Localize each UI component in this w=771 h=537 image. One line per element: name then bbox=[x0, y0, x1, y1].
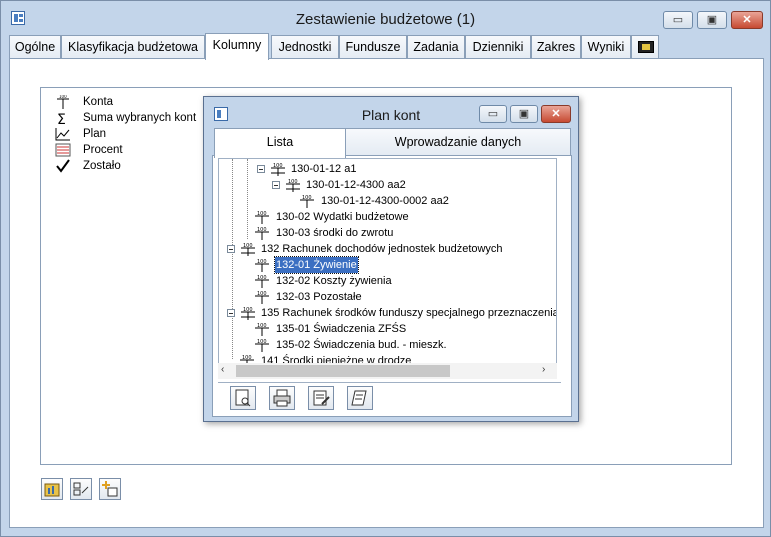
svg-text:100: 100 bbox=[257, 291, 267, 297]
account-icon: 100 bbox=[57, 95, 69, 109]
columns-toolbar-button-2[interactable] bbox=[70, 478, 92, 500]
svg-text:100: 100 bbox=[257, 259, 267, 265]
account-group-icon: 100 bbox=[241, 307, 255, 320]
dialog-maximize-button[interactable]: ▣ bbox=[510, 105, 538, 123]
tab-wyniki[interactable]: Wyniki bbox=[581, 35, 631, 59]
tree-horizontal-scrollbar[interactable]: ‹ › bbox=[218, 363, 557, 379]
tab-kolumny[interactable]: Kolumny bbox=[205, 33, 269, 60]
tree-guide bbox=[247, 159, 248, 239]
collapse-toggle[interactable] bbox=[257, 165, 265, 173]
preview-button[interactable] bbox=[230, 386, 256, 410]
svg-text:100: 100 bbox=[257, 227, 267, 233]
svg-text:100: 100 bbox=[257, 275, 267, 281]
minimize-button[interactable]: ▭ bbox=[663, 11, 693, 29]
legend-label: Zostało bbox=[83, 160, 121, 172]
tree-node-label: 132-02 Koszty żywienia bbox=[276, 275, 392, 287]
tab-wprowadzanie-danych[interactable]: Wprowadzanie danych bbox=[345, 128, 571, 156]
svg-text:100: 100 bbox=[242, 355, 252, 361]
tab-dzienniki[interactable]: Dzienniki bbox=[465, 35, 531, 59]
svg-text:100: 100 bbox=[243, 243, 253, 249]
chart-icon bbox=[55, 128, 70, 141]
close-button[interactable]: ✕ bbox=[731, 11, 763, 29]
account-icon: 100 bbox=[255, 339, 269, 352]
svg-text:100: 100 bbox=[288, 179, 298, 185]
account-group-icon: 100 bbox=[241, 243, 255, 256]
tree-node-label: 135-02 Świadczenia bud. - mieszk. bbox=[276, 339, 447, 351]
tab-zakres[interactable]: Zakres bbox=[531, 35, 581, 59]
svg-text:100: 100 bbox=[302, 195, 312, 201]
chart-folder-icon bbox=[44, 483, 60, 497]
account-icon: 100 bbox=[255, 227, 269, 240]
print-button[interactable] bbox=[269, 386, 295, 410]
scroll-left-icon[interactable]: ‹ bbox=[221, 364, 224, 375]
toolbar-separator bbox=[218, 382, 561, 383]
plan-kont-dialog: Plan kont ▭ ▣ ✕ Lista Wprowadzanie danyc… bbox=[203, 96, 579, 422]
collapse-toggle[interactable] bbox=[227, 245, 235, 253]
dialog-close-button[interactable]: ✕ bbox=[541, 105, 571, 123]
add-column-icon bbox=[102, 481, 118, 497]
account-icon: 100 bbox=[300, 195, 314, 208]
svg-text:100: 100 bbox=[257, 339, 267, 345]
svg-text:100: 100 bbox=[257, 211, 267, 217]
tab-ogolne[interactable]: Ogólne bbox=[9, 35, 61, 59]
tree-vertical-scrollbar[interactable]: ︿ ﹀ bbox=[556, 159, 557, 365]
collapse-toggle[interactable] bbox=[272, 181, 280, 189]
legend-label: Plan bbox=[83, 128, 107, 140]
tree-node-label: 135 Rachunek środków funduszy specjalneg… bbox=[261, 307, 557, 319]
svg-text:Σ: Σ bbox=[57, 112, 66, 125]
tab-jednostki[interactable]: Jednostki bbox=[271, 35, 339, 59]
account-icon: 100 bbox=[255, 259, 269, 272]
tree-guide bbox=[232, 159, 233, 359]
lista-panel: 100 130-01-12 a1 100 130-01-12-4300 aa2 … bbox=[212, 155, 572, 417]
window-title: Zestawienie budżetowe (1) bbox=[295, 11, 476, 28]
account-icon: 100 bbox=[255, 323, 269, 336]
tab-fundusze[interactable]: Fundusze bbox=[339, 35, 407, 59]
scroll-right-icon[interactable]: › bbox=[542, 364, 545, 375]
edit-button[interactable] bbox=[308, 386, 334, 410]
tree-node-label: 132-01 Żywienie bbox=[274, 256, 359, 274]
percent-icon bbox=[55, 143, 71, 157]
tree-node-label: 132-03 Pozostałe bbox=[276, 291, 362, 303]
tab-zadania[interactable]: Zadania bbox=[407, 35, 465, 59]
dialog-minimize-button[interactable]: ▭ bbox=[479, 105, 507, 123]
legend-label: Suma wybranych kont bbox=[83, 112, 197, 124]
legend-label: Konta bbox=[83, 96, 114, 108]
svg-text:100: 100 bbox=[257, 323, 267, 329]
legend-label: Procent bbox=[83, 144, 123, 156]
tree-node-label: 130-01-12-4300-0002 aa2 bbox=[321, 195, 449, 207]
svg-text:100: 100 bbox=[273, 163, 283, 169]
preview-icon bbox=[235, 389, 251, 407]
maximize-button[interactable]: ▣ bbox=[697, 11, 727, 29]
svg-text:100: 100 bbox=[59, 95, 67, 99]
tree-node-label: 135-01 Świadczenia ZFŚS bbox=[276, 323, 407, 335]
svg-text:100: 100 bbox=[243, 307, 253, 313]
accounts-tree[interactable]: 100 130-01-12 a1 100 130-01-12-4300 aa2 … bbox=[218, 158, 557, 365]
sigma-icon: Σ bbox=[57, 112, 66, 125]
tree-node-label: 130-01-12-4300 aa2 bbox=[306, 179, 406, 191]
tab-lista[interactable]: Lista bbox=[214, 128, 346, 158]
columns-toolbar-button-1[interactable] bbox=[41, 478, 63, 500]
horizontal-scroll-thumb[interactable] bbox=[236, 365, 450, 377]
column-settings-icon bbox=[73, 482, 89, 496]
account-icon: 100 bbox=[255, 211, 269, 224]
check-icon bbox=[56, 159, 70, 173]
printer-icon bbox=[273, 389, 291, 407]
columns-toolbar-button-3[interactable] bbox=[99, 478, 121, 500]
collapse-toggle[interactable] bbox=[227, 309, 235, 317]
notepad-icon bbox=[351, 390, 367, 406]
tree-node-label: 130-03 środki do zwrotu bbox=[276, 227, 394, 239]
account-icon: 100 bbox=[255, 291, 269, 304]
tree-node-label: 130-01-12 a1 bbox=[291, 163, 357, 175]
account-group-icon: 100 bbox=[271, 163, 285, 176]
title-bar: Zestawienie budżetowe (1) ▭ ▣ ✕ bbox=[1, 1, 770, 35]
tab-film[interactable] bbox=[631, 35, 659, 59]
tab-klasyfikacja[interactable]: Klasyfikacja budżetowa bbox=[61, 35, 205, 59]
account-group-icon: 100 bbox=[286, 179, 300, 192]
tree-node-label: 130-02 Wydatki budżetowe bbox=[276, 211, 409, 223]
edit-list-icon bbox=[313, 390, 330, 406]
notes-button[interactable] bbox=[347, 386, 373, 410]
film-icon bbox=[638, 41, 654, 53]
account-icon: 100 bbox=[255, 275, 269, 288]
tree-node-label: 132 Rachunek dochodów jednostek budżetow… bbox=[261, 243, 503, 255]
